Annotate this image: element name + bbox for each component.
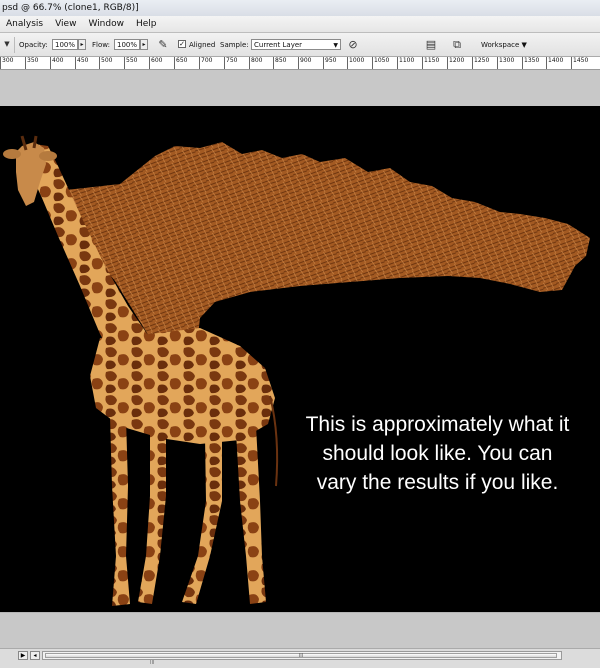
ruler-tick: 400	[50, 57, 63, 69]
ruler-tick: 550	[124, 57, 137, 69]
aligned-label: Aligned	[189, 41, 216, 49]
palette-well-icon[interactable]: ▤	[424, 37, 438, 52]
ruler-tick: 1050	[372, 57, 389, 69]
ruler-tick: 900	[298, 57, 311, 69]
scrollbar-thumb[interactable]: III	[45, 653, 557, 659]
workspace-icon[interactable]: ⧉	[448, 37, 466, 52]
giraffe-leg	[236, 426, 266, 604]
chevron-down-icon: ▼	[333, 42, 338, 49]
canvas-artwork	[3, 135, 590, 606]
menu-analysis[interactable]: Analysis	[6, 19, 43, 29]
airbrush-icon[interactable]: ✎	[155, 37, 171, 52]
flow-field[interactable]: 100%	[114, 39, 140, 50]
grip-icon: III	[150, 660, 155, 666]
ruler-tick: 650	[174, 57, 187, 69]
ruler-tick: 750	[224, 57, 237, 69]
separator	[14, 37, 15, 53]
tool-preset-chevron-icon[interactable]: ▼	[3, 37, 11, 52]
horizontal-scrollbar[interactable]: III	[42, 651, 562, 660]
window-title: psd @ 66.7% (clone1, RGB/8)]	[2, 3, 139, 13]
ruler-tick: 350	[25, 57, 38, 69]
sample-label: Sample:	[220, 41, 249, 49]
ruler-tick: 600	[149, 57, 162, 69]
ruler-tick: 1100	[397, 57, 414, 69]
ruler-tick: 1450	[571, 57, 588, 69]
play-right-icon[interactable]: ▶	[18, 651, 28, 660]
caption-line: This is approximately what it	[305, 413, 570, 436]
giraffe-leg	[110, 416, 130, 606]
tutorial-caption: This is approximately what it should loo…	[270, 410, 600, 497]
sample-dropdown[interactable]: Current Layer ▼	[251, 39, 341, 50]
ruler-tick: 1250	[472, 57, 489, 69]
menu-window[interactable]: Window	[88, 19, 124, 29]
ruler-tick: 800	[249, 57, 262, 69]
workspace-button[interactable]: Workspace ▼	[481, 41, 527, 49]
arrow-right-icon[interactable]: ▸	[140, 39, 148, 50]
document-canvas[interactable]: This is approximately what it should loo…	[0, 106, 600, 612]
ruler-tick: 850	[273, 57, 286, 69]
ignore-adjustment-layers-icon[interactable]: ⊘	[346, 37, 360, 52]
status-bar: ▶ ◂ III III	[0, 648, 600, 668]
ruler-tick: 1300	[497, 57, 514, 69]
opacity-field[interactable]: 100%	[52, 39, 78, 50]
horizontal-ruler: 300 350 400 450 500 550 600 650 700 750 …	[0, 57, 600, 70]
ruler-tick: 1150	[422, 57, 439, 69]
ruler-tick: 1400	[546, 57, 563, 69]
pasteboard-bottom	[0, 612, 600, 648]
ruler-tick: 700	[199, 57, 212, 69]
opacity-label: Opacity:	[19, 41, 48, 49]
ruler-tick: 1350	[522, 57, 539, 69]
menu-bar: Analysis View Window Help	[0, 16, 600, 33]
tool-options-bar: ▼ Opacity: 100% ▸ Flow: 100% ▸ ✎ ✓ Align…	[0, 33, 600, 57]
sample-value: Current Layer	[254, 41, 303, 49]
ruler-tick: 950	[323, 57, 336, 69]
menu-view[interactable]: View	[55, 19, 76, 29]
ruler-tick: 500	[99, 57, 112, 69]
caption-line: vary the results if you like.	[316, 471, 559, 494]
scroll-left-icon[interactable]: ◂	[30, 651, 40, 660]
ruler-tick: 1200	[447, 57, 464, 69]
aligned-checkbox[interactable]: ✓	[178, 40, 186, 48]
menu-help[interactable]: Help	[136, 19, 157, 29]
ruler-tick: 450	[75, 57, 88, 69]
grip-icon: III	[298, 653, 304, 659]
pasteboard-top	[0, 70, 600, 106]
giraffe-leg	[138, 431, 166, 604]
arrow-right-icon[interactable]: ▸	[78, 39, 86, 50]
caption-line: should look like. You can	[322, 442, 553, 465]
ruler-tick: 1000	[347, 57, 364, 69]
flow-label: Flow:	[92, 41, 110, 49]
window-title-bar: psd @ 66.7% (clone1, RGB/8)]	[0, 0, 600, 16]
ruler-tick: 300	[0, 57, 13, 69]
giraffe-leg	[182, 436, 222, 604]
